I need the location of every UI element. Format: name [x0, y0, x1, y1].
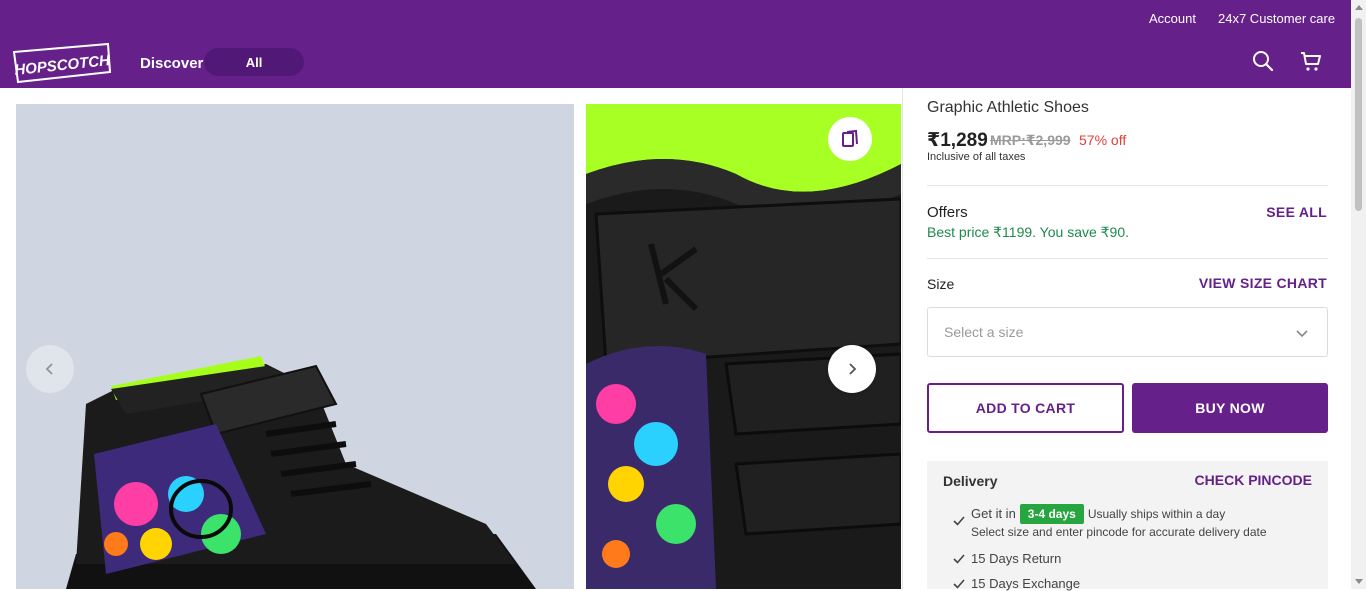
buy-now-button[interactable]: BUY NOW [1132, 383, 1328, 433]
search-icon[interactable] [1252, 50, 1274, 72]
size-title: Size [927, 276, 955, 292]
divider [927, 185, 1328, 186]
pincode-note: Select size and enter pincode for accura… [971, 525, 1267, 539]
divider [927, 258, 1328, 259]
size-select[interactable]: Select a size [927, 307, 1328, 357]
return-policy: 15 Days Return [971, 551, 1062, 566]
customer-care-link[interactable]: 24x7 Customer care [1218, 11, 1335, 26]
delivery-title: Delivery [943, 473, 998, 489]
check-icon [953, 554, 965, 564]
delivery-box: Delivery CHECK PINCODE Get it in 3-4 days… [927, 461, 1328, 591]
product-mrp: MRP:₹2,999 [990, 132, 1071, 148]
get-it-in-label: Get it in [971, 506, 1016, 521]
category-all-label: All [245, 54, 263, 70]
site-header: Account 24x7 Customer care HOPSCOTCH Dis… [0, 0, 1351, 88]
product-title: Graphic Athletic Shoes [927, 99, 1089, 116]
buy-now-label: BUY NOW [1195, 400, 1265, 416]
chevron-down-icon [1296, 330, 1308, 338]
best-price-offer: Best price ₹1199. You save ₹90. [927, 224, 1130, 240]
shoe-side-image [16, 104, 574, 589]
size-select-placeholder: Select a size [944, 324, 1024, 340]
check-pincode-link[interactable]: CHECK PINCODE [1195, 472, 1312, 488]
add-to-cart-button[interactable]: ADD TO CART [927, 383, 1124, 433]
similar-products-button[interactable] [828, 117, 872, 161]
taxes-note: Inclusive of all taxes [927, 151, 1026, 163]
account-link[interactable]: Account [1149, 11, 1196, 26]
page-scrollbar[interactable] [1351, 0, 1366, 589]
ships-note: Usually ships within a day [1087, 507, 1226, 521]
add-to-cart-label: ADD TO CART [975, 400, 1076, 416]
check-icon [953, 516, 965, 526]
product-price: ₹1,289 [927, 130, 988, 151]
scroll-down-arrow[interactable] [1355, 579, 1363, 584]
similar-products-icon [842, 129, 858, 147]
chevron-right-icon [849, 363, 857, 375]
scroll-thumb[interactable] [1355, 18, 1362, 211]
category-all-pill[interactable]: All [204, 48, 304, 76]
chevron-left-icon [45, 363, 53, 375]
gallery-next-button[interactable] [828, 345, 876, 393]
check-icon [953, 579, 965, 589]
delivery-days-badge: 3-4 days [1019, 504, 1084, 524]
discount-label: 57% off [1079, 132, 1127, 148]
view-size-chart-link[interactable]: VIEW SIZE CHART [1199, 275, 1327, 291]
hopscotch-logo[interactable]: HOPSCOTCH [12, 42, 112, 84]
gallery-prev-button[interactable] [26, 345, 74, 393]
cart-icon[interactable] [1300, 50, 1322, 72]
product-details-panel: Graphic Athletic Shoes ₹1,289 MRP:₹2,999… [902, 88, 1351, 591]
scroll-up-arrow[interactable] [1355, 5, 1363, 10]
discover-menu[interactable]: Discover [140, 55, 203, 72]
see-all-offers-link[interactable]: SEE ALL [1266, 204, 1327, 220]
delivery-estimate: Get it in 3-4 days Usually ships within a … [971, 504, 1225, 524]
product-image-1[interactable] [16, 104, 574, 589]
offers-title: Offers [927, 204, 968, 221]
